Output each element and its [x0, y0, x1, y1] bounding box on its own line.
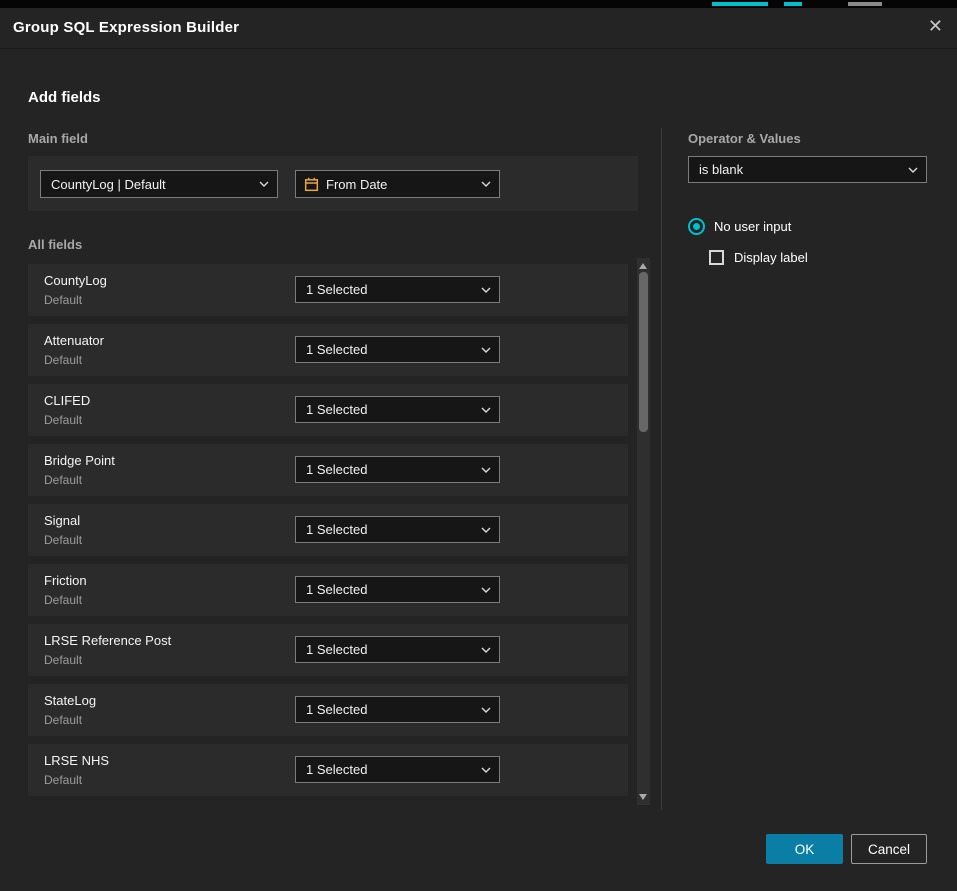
field-selected-value: 1 Selected [296, 342, 481, 357]
chevron-down-icon [481, 767, 491, 773]
field-selected-dropdown[interactable]: 1 Selected [295, 576, 500, 603]
field-selected-value: 1 Selected [296, 702, 481, 717]
close-icon[interactable]: ✕ [928, 17, 943, 35]
field-subtitle: Default [44, 713, 82, 727]
field-selected-dropdown[interactable]: 1 Selected [295, 756, 500, 783]
background-app-strip [0, 0, 957, 8]
field-selected-dropdown[interactable]: 1 Selected [295, 636, 500, 663]
field-name: LRSE Reference Post [44, 633, 171, 648]
screen: Group SQL Expression Builder ✕ Add field… [0, 0, 957, 891]
field-selected-value: 1 Selected [296, 282, 481, 297]
main-field-source-value: CountyLog | Default [41, 177, 259, 192]
scrollbar-thumb[interactable] [639, 272, 648, 432]
field-selected-value: 1 Selected [296, 582, 481, 597]
scroll-down-arrow-icon[interactable] [639, 794, 647, 800]
field-subtitle: Default [44, 653, 82, 667]
background-fragment [784, 2, 802, 6]
chevron-down-icon [481, 347, 491, 353]
scrollbar[interactable] [637, 258, 650, 805]
vertical-divider [661, 128, 662, 810]
chevron-down-icon [481, 647, 491, 653]
field-row: StateLog Default 1 Selected [28, 684, 628, 736]
operator-values-label: Operator & Values [688, 131, 801, 146]
chevron-down-icon [481, 181, 491, 187]
chevron-down-icon [259, 181, 269, 187]
chevron-down-icon [481, 467, 491, 473]
field-row: LRSE NHS Default 1 Selected [28, 744, 628, 796]
no-user-input-label: No user input [714, 219, 791, 234]
field-row: LRSE Reference Post Default 1 Selected [28, 624, 628, 676]
field-name: Friction [44, 573, 87, 588]
operator-value: is blank [689, 162, 908, 177]
main-field-source-dropdown[interactable]: CountyLog | Default [40, 170, 278, 198]
field-subtitle: Default [44, 593, 82, 607]
cancel-button[interactable]: Cancel [851, 834, 927, 864]
chevron-down-icon [481, 287, 491, 293]
chevron-down-icon [481, 407, 491, 413]
group-sql-expression-builder-dialog: Group SQL Expression Builder ✕ Add field… [0, 8, 957, 891]
main-field-field-dropdown[interactable]: From Date [295, 170, 500, 198]
field-selected-dropdown[interactable]: 1 Selected [295, 696, 500, 723]
field-row: Attenuator Default 1 Selected [28, 324, 628, 376]
field-name: Bridge Point [44, 453, 115, 468]
add-fields-heading: Add fields [28, 89, 101, 106]
field-subtitle: Default [44, 413, 82, 427]
field-selected-dropdown[interactable]: 1 Selected [295, 276, 500, 303]
background-fragment [848, 2, 882, 6]
all-fields-list: CountyLog Default 1 Selected Attenuator Defa… [28, 264, 628, 804]
scroll-up-arrow-icon[interactable] [639, 263, 647, 269]
field-selected-value: 1 Selected [296, 762, 481, 777]
background-fragment [712, 2, 768, 6]
field-selected-dropdown[interactable]: 1 Selected [295, 336, 500, 363]
checkbox-unchecked-icon [709, 250, 724, 265]
chevron-down-icon [908, 167, 918, 173]
field-selected-value: 1 Selected [296, 522, 481, 537]
main-field-field-value: From Date [319, 177, 481, 192]
field-name: LRSE NHS [44, 753, 109, 768]
field-subtitle: Default [44, 773, 82, 787]
main-field-label: Main field [28, 131, 88, 146]
dialog-titlebar: Group SQL Expression Builder ✕ [0, 8, 957, 49]
display-label-label: Display label [734, 250, 808, 265]
ok-button[interactable]: OK [766, 834, 843, 864]
field-subtitle: Default [44, 533, 82, 547]
field-selected-dropdown[interactable]: 1 Selected [295, 516, 500, 543]
no-user-input-radio[interactable]: No user input [688, 218, 791, 235]
field-subtitle: Default [44, 353, 82, 367]
main-field-panel: CountyLog | Default From Date [28, 156, 638, 211]
field-row: Bridge Point Default 1 Selected [28, 444, 628, 496]
field-selected-value: 1 Selected [296, 402, 481, 417]
field-subtitle: Default [44, 473, 82, 487]
field-row: Friction Default 1 Selected [28, 564, 628, 616]
field-name: Attenuator [44, 333, 104, 348]
operator-dropdown[interactable]: is blank [688, 156, 927, 183]
field-row: Signal Default 1 Selected [28, 504, 628, 556]
field-name: StateLog [44, 693, 96, 708]
field-name: CLIFED [44, 393, 90, 408]
field-row: CountyLog Default 1 Selected [28, 264, 628, 316]
field-row: CLIFED Default 1 Selected [28, 384, 628, 436]
radio-selected-icon [688, 218, 705, 235]
field-selected-value: 1 Selected [296, 642, 481, 657]
chevron-down-icon [481, 587, 491, 593]
field-selected-value: 1 Selected [296, 462, 481, 477]
field-selected-dropdown[interactable]: 1 Selected [295, 396, 500, 423]
field-selected-dropdown[interactable]: 1 Selected [295, 456, 500, 483]
calendar-icon [304, 177, 319, 192]
field-name: Signal [44, 513, 80, 528]
field-subtitle: Default [44, 293, 82, 307]
field-name: CountyLog [44, 273, 107, 288]
display-label-checkbox[interactable]: Display label [709, 250, 808, 265]
all-fields-label: All fields [28, 237, 82, 252]
dialog-title: Group SQL Expression Builder [13, 19, 239, 36]
chevron-down-icon [481, 707, 491, 713]
chevron-down-icon [481, 527, 491, 533]
